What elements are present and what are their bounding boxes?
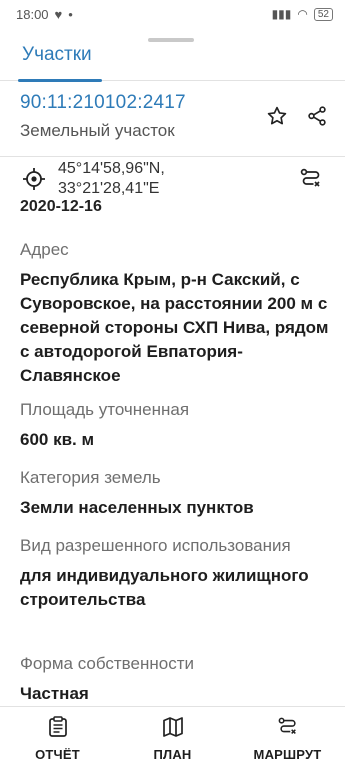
field-label: Категория земель: [20, 468, 161, 487]
wifi-icon: ◠: [297, 7, 308, 21]
details-scroll[interactable]: 2020-12-16 Адрес Республика Крым, р-н Са…: [0, 198, 345, 706]
nav-route-label: МАРШРУТ: [253, 747, 322, 762]
signal-icon: ▮▮▮: [271, 7, 292, 21]
field-label: Форма собственности: [20, 654, 194, 673]
field-label: Вид разрешенного использования: [20, 536, 291, 555]
field-value: Частная: [20, 684, 89, 703]
tab-plots[interactable]: Участки: [22, 44, 92, 66]
status-time: 18:00: [16, 6, 49, 22]
nav-route[interactable]: МАРШРУТ: [230, 707, 345, 767]
field-area: Площадь уточненная 600 кв. м: [20, 398, 330, 452]
field-land-category: Категория земель Земли населенных пункто…: [20, 466, 330, 520]
object-type: Земельный участок: [20, 121, 175, 140]
route-icon[interactable]: [299, 167, 323, 196]
route-icon: [277, 716, 299, 743]
nav-plan[interactable]: ПЛАН: [115, 707, 230, 767]
location-target-icon[interactable]: [22, 167, 46, 196]
coordinates-text[interactable]: 45°14'58,96"N, 33°21'28,41"E: [58, 159, 165, 199]
field-label: Площадь уточненная: [20, 400, 190, 419]
map-icon: [162, 716, 184, 743]
sheet-grabber[interactable]: [148, 38, 194, 42]
tab-underline: [0, 79, 345, 82]
latitude: 45°14'58,96"N,: [58, 160, 165, 177]
status-bar: 18:00 ♥ • ▮▮▮ ◠ 52: [0, 0, 345, 28]
cadastral-number[interactable]: 90:11:210102:2417: [20, 92, 186, 114]
dot-icon: •: [68, 6, 73, 22]
field-value: 600 кв. м: [20, 430, 95, 449]
coordinates-row[interactable]: 45°14'58,96"N, 33°21'28,41"E: [0, 157, 345, 201]
bottom-nav: ОТЧЁТ ПЛАН МАРШРУТ: [0, 706, 345, 767]
report-icon: [48, 716, 68, 743]
nav-plan-label: ПЛАН: [153, 747, 192, 762]
field-value: Республика Крым, р-н Сакский, с Суворовс…: [20, 270, 329, 385]
share-icon[interactable]: [305, 104, 329, 128]
battery-icon: 52: [313, 7, 333, 21]
nav-report[interactable]: ОТЧЁТ: [0, 707, 115, 767]
field-ownership: Форма собственности Частная: [20, 652, 330, 706]
nav-report-label: ОТЧЁТ: [35, 747, 80, 762]
field-label: Адрес: [20, 240, 69, 259]
favorite-star-icon[interactable]: [265, 104, 289, 128]
field-value: для индивидуального жилищного строительс…: [20, 566, 309, 609]
longitude: 33°21'28,41"E: [58, 180, 160, 197]
field-value: Земли населенных пунктов: [20, 498, 254, 517]
registration-date: 2020-12-16: [20, 198, 102, 215]
field-address: Адрес Республика Крым, р-н Сакский, с Су…: [20, 238, 330, 388]
notification-icon: ♥: [54, 6, 63, 22]
field-permitted-use: Вид разрешенного использования для индив…: [20, 534, 330, 612]
